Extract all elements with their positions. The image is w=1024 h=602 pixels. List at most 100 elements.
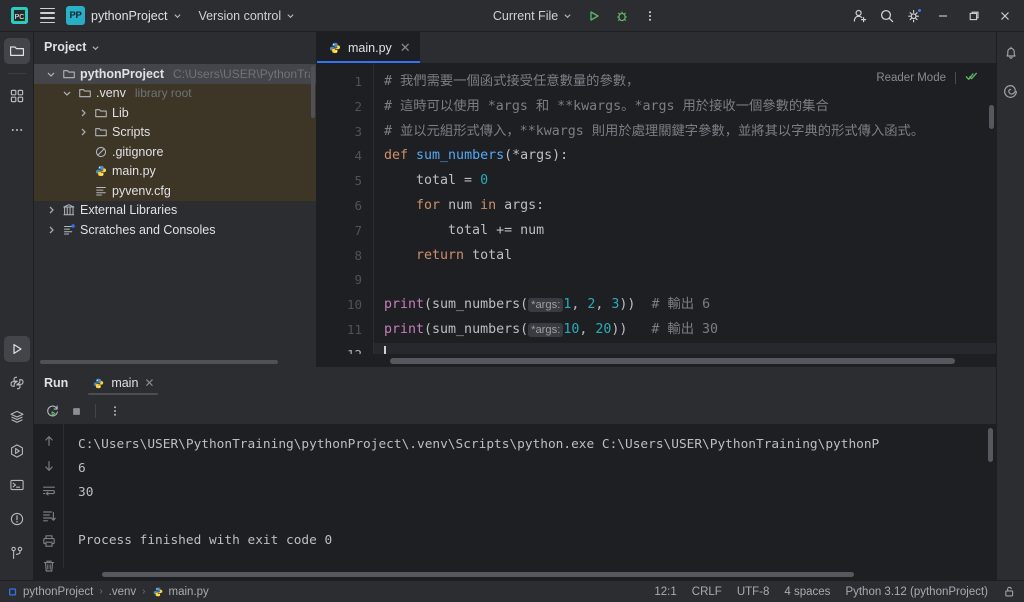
editor-tab-main-py[interactable]: main.py ✕ — [317, 32, 420, 63]
rail-more-button[interactable] — [4, 117, 30, 143]
breadcrumb-item[interactable]: .venv — [109, 586, 137, 598]
arrow-down-icon[interactable] — [39, 459, 58, 473]
tree-item--gitignore[interactable]: .gitignore — [34, 142, 316, 162]
chevron-down-icon[interactable] — [44, 67, 57, 80]
run-tab-close-icon[interactable]: ✕ — [144, 376, 154, 390]
line-number: 5 — [354, 173, 362, 189]
arrow-up-icon[interactable] — [39, 434, 58, 448]
settings-button[interactable] — [901, 3, 927, 29]
run-more-actions-button[interactable] — [104, 401, 125, 422]
rail-structure-button[interactable] — [4, 83, 30, 109]
project-tree[interactable]: pythonProject C:\Users\USER\PythonTrainin… — [34, 62, 316, 367]
console-vertical-scrollbar[interactable] — [988, 428, 993, 462]
rail-database-button[interactable] — [4, 404, 30, 430]
print-icon[interactable] — [39, 534, 58, 548]
project-panel-horizontal-scrollbar[interactable] — [40, 360, 278, 364]
code-line[interactable]: total += num — [374, 219, 996, 244]
tree-item-scratches-and-consoles[interactable]: Scratches and Consoles — [34, 220, 316, 240]
main-menu-icon[interactable] — [34, 3, 60, 29]
code-token: , — [579, 321, 596, 337]
line-separator-status[interactable]: CRLF — [692, 586, 722, 598]
services-icon — [10, 444, 23, 458]
run-button[interactable] — [581, 3, 607, 29]
unlocked-icon[interactable] — [1003, 585, 1016, 598]
minimize-button[interactable] — [928, 2, 958, 30]
code-line[interactable]: def sum_numbers(*args): — [374, 144, 996, 169]
trash-icon[interactable] — [39, 559, 58, 573]
code-token: # 輸出 6 — [651, 297, 711, 313]
code-line[interactable]: print(sum_numbers(*args: 10, 20)) # 輸出 30 — [374, 318, 996, 343]
tree-item-main-py[interactable]: main.py — [34, 161, 316, 181]
tree-item-scripts[interactable]: Scripts — [34, 122, 316, 142]
code-line[interactable]: # 這時可以使用 *args 和 **kwargs。*args 用於接收一個參數… — [374, 95, 996, 120]
console-horizontal-scrollbar[interactable] — [102, 571, 854, 577]
rail-terminal-button[interactable] — [4, 472, 30, 498]
cursor-position-status[interactable]: 12:1 — [654, 586, 676, 598]
code-line[interactable]: for num in args: — [374, 194, 996, 219]
rail-run-button[interactable] — [3, 336, 30, 362]
tree-item-external-libraries[interactable]: External Libraries — [34, 201, 316, 221]
chevron-down-icon — [564, 14, 571, 19]
rail-project-button[interactable] — [3, 38, 30, 64]
ai-assistant-button[interactable] — [999, 78, 1023, 104]
close-button[interactable] — [990, 2, 1020, 30]
stop-button[interactable] — [66, 401, 87, 422]
search-button[interactable] — [874, 3, 900, 29]
code-line[interactable] — [374, 342, 996, 354]
inspection-ok-icon[interactable] — [965, 70, 978, 86]
code-token: sum_numbers — [416, 148, 505, 164]
tree-item-label: pyvenv.cfg — [112, 183, 171, 198]
rail-python-console-button[interactable] — [4, 370, 30, 396]
maximize-button[interactable] — [959, 2, 989, 30]
tree-item-lib[interactable]: Lib — [34, 103, 316, 123]
editor-horizontal-scrollbar[interactable] — [390, 358, 955, 364]
project-selector[interactable]: PP pythonProject — [62, 4, 189, 28]
code-line[interactable]: total = 0 — [374, 169, 996, 194]
editor-tab-close-icon[interactable]: ✕ — [400, 40, 411, 56]
rerun-button[interactable] — [42, 401, 63, 422]
breadcrumb-item[interactable]: main.py — [152, 586, 209, 598]
run-console-output[interactable]: C:\Users\USER\PythonTraining\pythonProje… — [64, 424, 996, 568]
tree-item--venv[interactable]: .venv library root — [34, 83, 316, 103]
code-line[interactable] — [374, 268, 996, 293]
version-control-selector[interactable]: Version control — [191, 4, 302, 28]
project-panel-header[interactable]: Project — [34, 32, 316, 62]
center-area: Project pythonProject C:\Users\USER\Pytho… — [34, 32, 996, 580]
indent-status[interactable]: 4 spaces — [784, 586, 830, 598]
soft-wrap-icon[interactable] — [39, 484, 58, 498]
code-line[interactable]: return total — [374, 244, 996, 269]
tree-item-pyvenv-cfg[interactable]: pyvenv.cfg — [34, 181, 316, 201]
chevron-down-icon — [287, 14, 294, 19]
debug-button[interactable] — [609, 3, 635, 29]
notifications-button[interactable] — [999, 40, 1023, 66]
chevron-right-icon[interactable] — [44, 204, 57, 217]
chevron-right-icon[interactable] — [76, 106, 89, 119]
inspection-divider — [955, 72, 956, 84]
breadcrumb-item[interactable]: pythonProject — [8, 586, 93, 598]
console-side-toolbar — [34, 424, 64, 572]
rail-services-button[interactable] — [4, 438, 30, 464]
run-configuration-selector[interactable]: Current File — [486, 4, 579, 28]
chevron-right-icon[interactable] — [44, 223, 57, 236]
tree-item-pythonproject[interactable]: pythonProject C:\Users\USER\PythonTrainin… — [34, 64, 316, 84]
chevron-down-icon[interactable] — [60, 87, 73, 100]
toolbar-divider — [95, 404, 96, 418]
more-actions-button[interactable] — [637, 3, 663, 29]
chevron-right-icon[interactable] — [76, 126, 89, 139]
encoding-status[interactable]: UTF-8 — [737, 586, 770, 598]
reader-mode-label[interactable]: Reader Mode — [876, 72, 946, 84]
run-tab-main[interactable]: main ✕ — [86, 368, 160, 398]
project-panel-vertical-scrollbar[interactable] — [311, 66, 315, 118]
scroll-to-end-icon[interactable] — [39, 509, 58, 523]
editor-code-area[interactable]: # 我們需要一個函式接受任意數量的參數， # 這時可以使用 *args 和 **k… — [373, 63, 996, 354]
rail-problems-button[interactable] — [4, 506, 30, 532]
editor-horizontal-scrollbar-track — [317, 354, 996, 367]
interpreter-status[interactable]: Python 3.12 (pythonProject) — [845, 586, 988, 598]
code-line[interactable]: # 並以元組形式傳入，**kwargs 則用於處理關鍵字參數，並將其以字典的形式… — [374, 120, 996, 145]
editor-vertical-scrollbar[interactable] — [989, 105, 994, 129]
rail-version-control-button[interactable] — [4, 540, 30, 566]
share-add-user-button[interactable] — [847, 3, 873, 29]
code-line[interactable]: print(sum_numbers(*args: 1, 2, 3)) # 輸出 6 — [374, 293, 996, 318]
